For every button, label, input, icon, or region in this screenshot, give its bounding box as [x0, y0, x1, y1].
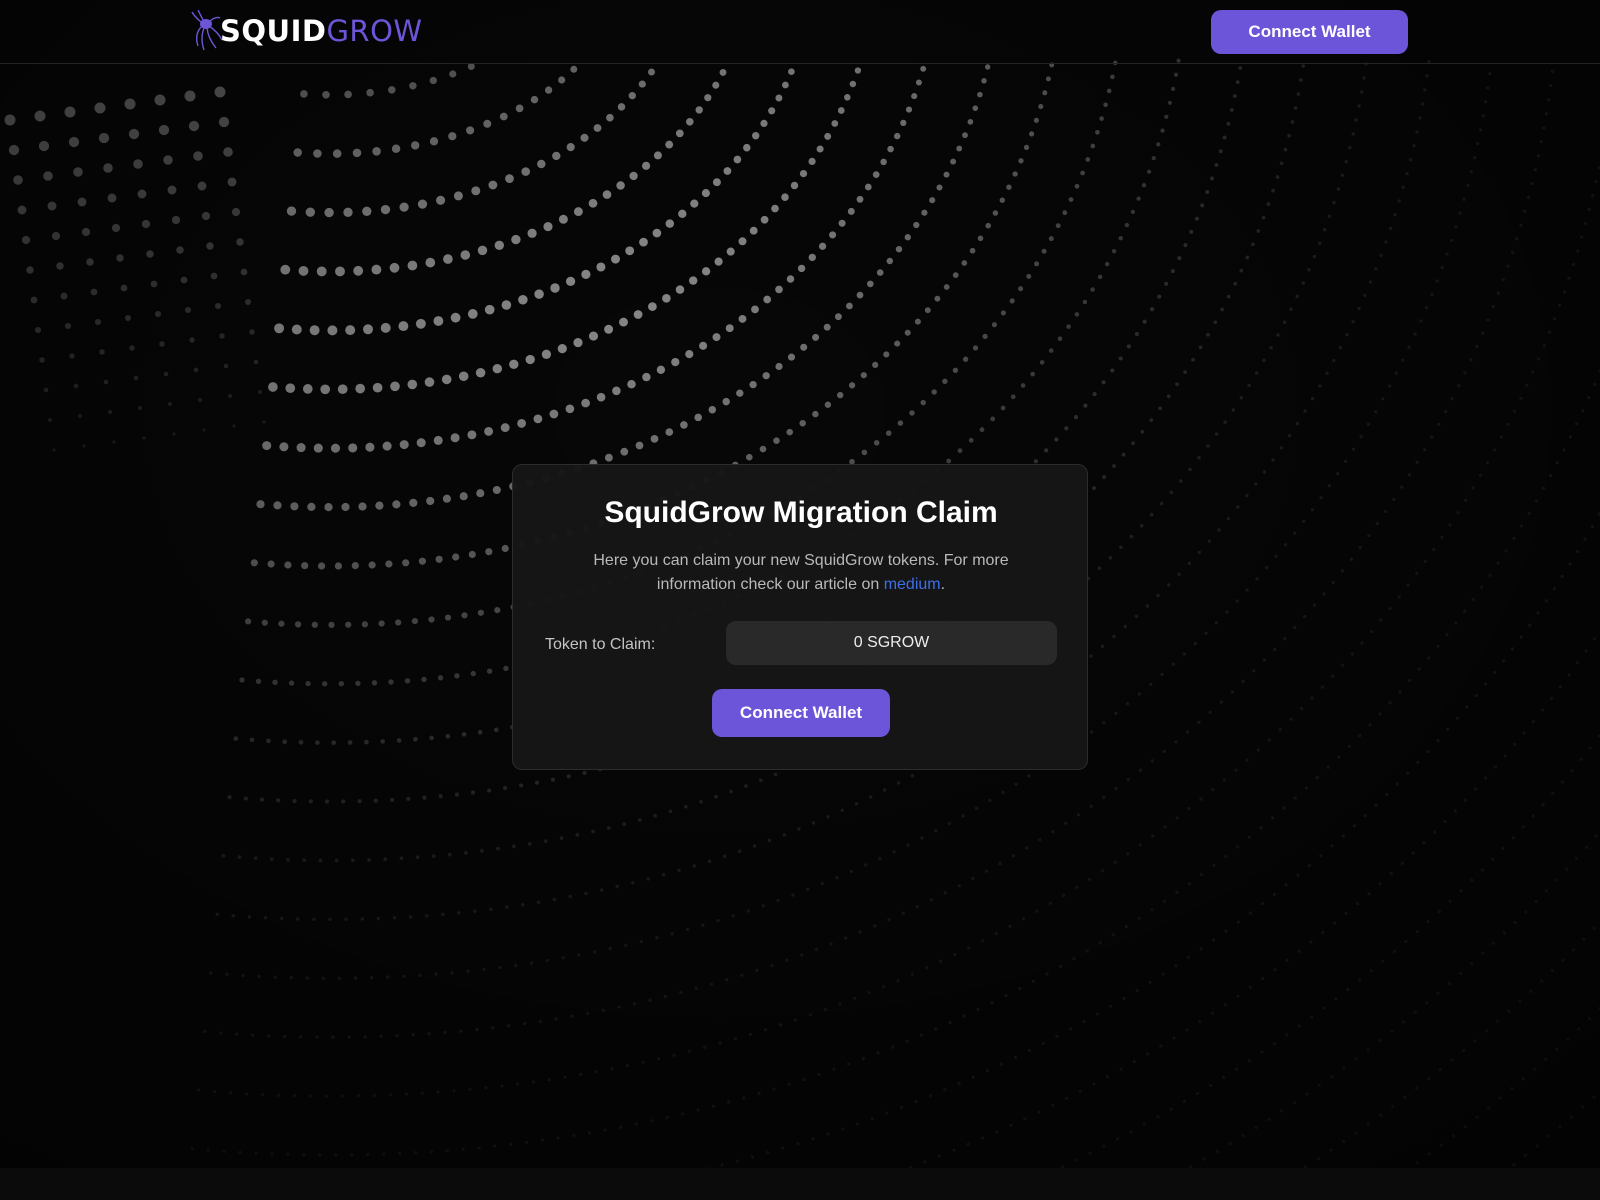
token-to-claim-value: 0 SGROW [726, 621, 1057, 665]
logo-text-secondary: GROW [326, 13, 423, 48]
migration-claim-card: SquidGrow Migration Claim Here you can c… [512, 464, 1088, 770]
logo-text: SQUIDGROW [220, 13, 423, 48]
squid-icon [191, 10, 223, 51]
header-connect-wallet-button[interactable]: Connect Wallet [1211, 10, 1408, 54]
description-text: Here you can claim your new SquidGrow to… [593, 552, 1009, 593]
top-navbar: SQUIDGROW Connect Wallet [0, 0, 1600, 64]
token-to-claim-label: Token to Claim: [545, 636, 656, 653]
footer-strip [0, 1168, 1600, 1200]
card-title: SquidGrow Migration Claim [604, 496, 998, 529]
medium-link[interactable]: medium [884, 576, 941, 593]
logo-text-primary: SQUID [220, 13, 327, 48]
logo[interactable]: SQUIDGROW [190, 10, 423, 52]
description-end: . [940, 576, 946, 593]
card-connect-wallet-button[interactable]: Connect Wallet [712, 689, 890, 737]
card-description: Here you can claim your new SquidGrow to… [557, 549, 1045, 597]
page: SQUIDGROW Connect Wallet SquidGrow Migra… [0, 0, 1600, 1200]
